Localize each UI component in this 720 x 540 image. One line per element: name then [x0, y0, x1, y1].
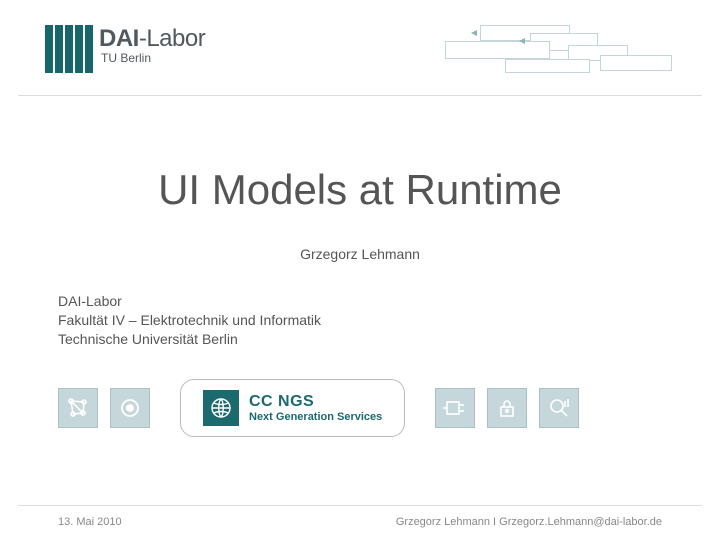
partner-logo-row: CC NGS Next Generation Services	[58, 379, 720, 437]
logo-bars-icon	[45, 25, 93, 73]
footer-contact: Grzegorz Lehmann I Grzegorz.Lehmann@dai-…	[396, 516, 662, 528]
lock-icon	[487, 388, 527, 428]
org-logo: DAI-Labor TU Berlin	[45, 25, 205, 73]
center-badge-title: CC NGS	[249, 393, 382, 411]
logo-name-light: -Labor	[139, 25, 205, 52]
affiliation-line: Fakultät IV – Elektrotechnik und Informa…	[58, 311, 720, 330]
affiliation-line: DAI-Labor	[58, 292, 720, 311]
slide-title: UI Models at Runtime	[0, 166, 720, 214]
circuit-icon	[435, 388, 475, 428]
globe-icon	[203, 390, 239, 426]
search-chart-icon	[539, 388, 579, 428]
center-badge: CC NGS Next Generation Services	[180, 379, 405, 437]
logo-name-bold: DAI	[99, 25, 139, 52]
affiliation-line: Technische Universität Berlin	[58, 330, 720, 349]
footer-date: 13. Mai 2010	[58, 516, 122, 528]
target-icon	[110, 388, 150, 428]
decorative-boxes-icon	[445, 25, 675, 80]
slide-footer: 13. Mai 2010 Grzegorz Lehmann I Grzegorz…	[18, 505, 702, 528]
network-icon	[58, 388, 98, 428]
author-name: Grzegorz Lehmann	[0, 246, 720, 262]
affiliation-block: DAI-Labor Fakultät IV – Elektrotechnik u…	[58, 292, 720, 349]
header-divider	[18, 95, 702, 96]
logo-subtitle: TU Berlin	[101, 51, 205, 65]
center-badge-subtitle: Next Generation Services	[249, 411, 382, 423]
